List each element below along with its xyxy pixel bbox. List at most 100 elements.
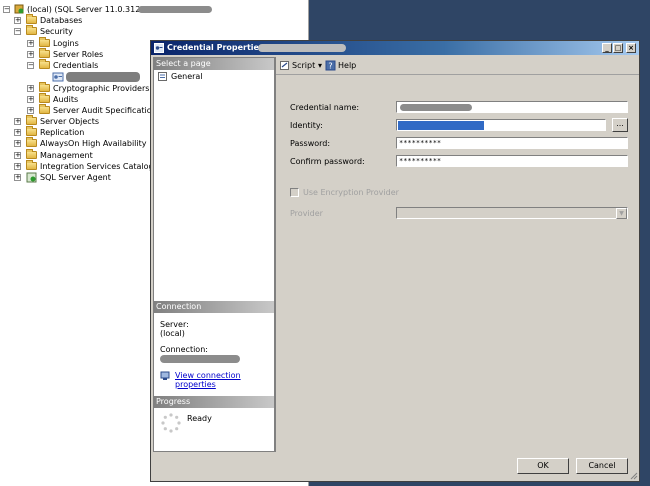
dialog-title: Credential Properties - [167, 43, 270, 52]
page-item-general[interactable]: General [157, 71, 272, 82]
connection-server-value: (local) [160, 329, 185, 338]
tree-label: Server Audit Specifications [53, 106, 161, 115]
folder-icon [26, 160, 37, 170]
tree-label: Replication [40, 128, 85, 137]
expand-icon[interactable]: + [27, 51, 34, 58]
folder-icon [26, 137, 37, 147]
progress-spinner-icon [160, 412, 182, 434]
select-page-pane: Select a page General Connection Server:… [153, 57, 275, 452]
close-button[interactable]: × [626, 43, 636, 53]
confirm-password-field[interactable]: ********** [396, 155, 628, 167]
server-label: (local) (SQL Server 11.0.3128 - [27, 5, 151, 14]
view-connection-properties-link[interactable]: View connection properties [175, 371, 274, 389]
folder-icon [39, 37, 50, 47]
redacted-connection-user [160, 355, 240, 363]
expand-icon[interactable]: + [27, 96, 34, 103]
progress-header: Progress [154, 396, 274, 408]
expand-icon[interactable]: + [14, 118, 21, 125]
expand-icon[interactable]: + [27, 85, 34, 92]
svg-text:?: ? [328, 62, 332, 71]
maximize-button[interactable]: □ [613, 43, 623, 53]
expand-icon[interactable]: + [14, 174, 21, 181]
expand-icon[interactable]: + [14, 152, 21, 159]
redacted-credential-name [66, 72, 140, 82]
progress-status: Ready [187, 414, 212, 423]
credential-name-label: Credential name: [290, 103, 360, 112]
redacted-server-name [138, 6, 212, 13]
help-button[interactable]: Help [338, 61, 356, 70]
tree-label: Logins [53, 39, 79, 48]
tree-label: SQL Server Agent [40, 173, 111, 182]
redacted-identity-value [398, 121, 484, 130]
folder-icon [39, 82, 50, 92]
dialog-icon [154, 43, 164, 53]
identity-browse-button[interactable]: ... [612, 118, 628, 132]
general-page-icon [157, 71, 168, 82]
password-label: Password: [290, 139, 331, 148]
tree-node-security[interactable]: − Security [14, 25, 214, 37]
dialog-titlebar[interactable]: Credential Properties - _ □ × [151, 41, 639, 55]
dialog-toolbar: Script ▾ ? Help [276, 57, 639, 75]
folder-icon [39, 59, 50, 69]
script-icon [279, 60, 290, 71]
folder-icon [26, 14, 37, 24]
expand-icon[interactable]: + [14, 140, 21, 147]
tree-node-databases[interactable]: + Databases [14, 14, 214, 26]
expand-icon[interactable]: + [14, 129, 21, 136]
agent-icon [26, 172, 37, 183]
redacted-credential-name-value [400, 104, 472, 111]
identity-field[interactable] [396, 119, 606, 131]
tree-label: Management [40, 151, 93, 160]
expand-icon[interactable]: + [14, 17, 21, 24]
folder-icon [26, 149, 37, 159]
tree-label: Databases [40, 16, 83, 25]
resize-grip-icon[interactable] [629, 471, 638, 480]
collapse-icon[interactable]: − [27, 62, 34, 69]
connection-server-label: Server: [160, 320, 189, 329]
redacted-dialog-title [258, 44, 346, 52]
connection-header: Connection [154, 301, 274, 313]
confirm-password-label: Confirm password: [290, 157, 365, 166]
use-encryption-label: Use Encryption Provider [303, 188, 399, 197]
help-icon: ? [325, 60, 336, 71]
general-page-content: Script ▾ ? Help Credential name: Identit… [275, 57, 639, 452]
folder-icon [39, 104, 50, 114]
folder-icon [26, 115, 37, 125]
tree-label: Server Roles [53, 50, 104, 59]
tree-label: Audits [53, 95, 79, 104]
cancel-button[interactable]: Cancel [576, 458, 628, 474]
tree-label: AlwaysOn High Availability [40, 139, 147, 148]
page-label: General [171, 72, 203, 81]
expand-icon[interactable]: + [14, 163, 21, 170]
expand-icon[interactable]: + [27, 40, 34, 47]
tree-node-credential-item[interactable] [52, 71, 152, 83]
folder-icon [26, 25, 37, 35]
select-page-header: Select a page [154, 58, 274, 70]
folder-icon [26, 126, 37, 136]
tree-label: Cryptographic Providers [53, 84, 150, 93]
connection-properties-icon [160, 370, 171, 381]
tree-label: Security [40, 27, 73, 36]
connection-label: Connection: [160, 345, 208, 354]
provider-select[interactable] [396, 207, 628, 219]
server-icon [14, 4, 24, 14]
tree-label: Server Objects [40, 117, 99, 126]
credential-name-field[interactable] [396, 101, 628, 113]
minimize-button[interactable]: _ [602, 43, 612, 53]
tree-node-server[interactable]: − (local) (SQL Server 11.0.3128 - [3, 4, 303, 15]
tree-label: Credentials [53, 61, 99, 70]
credential-properties-dialog: Credential Properties - _ □ × Select a p… [150, 40, 640, 482]
credential-icon [52, 71, 64, 83]
collapse-icon[interactable]: − [3, 6, 10, 13]
expand-icon[interactable]: + [27, 107, 34, 114]
collapse-icon[interactable]: − [14, 28, 21, 35]
use-encryption-checkbox[interactable] [290, 188, 299, 197]
folder-icon [39, 48, 50, 58]
provider-dropdown-icon[interactable]: ▼ [616, 208, 627, 219]
script-button[interactable]: Script [292, 61, 315, 70]
script-dropdown-icon[interactable]: ▾ [318, 61, 322, 70]
provider-label: Provider [290, 209, 323, 218]
folder-icon [39, 93, 50, 103]
password-field[interactable]: ********** [396, 137, 628, 149]
ok-button[interactable]: OK [517, 458, 569, 474]
